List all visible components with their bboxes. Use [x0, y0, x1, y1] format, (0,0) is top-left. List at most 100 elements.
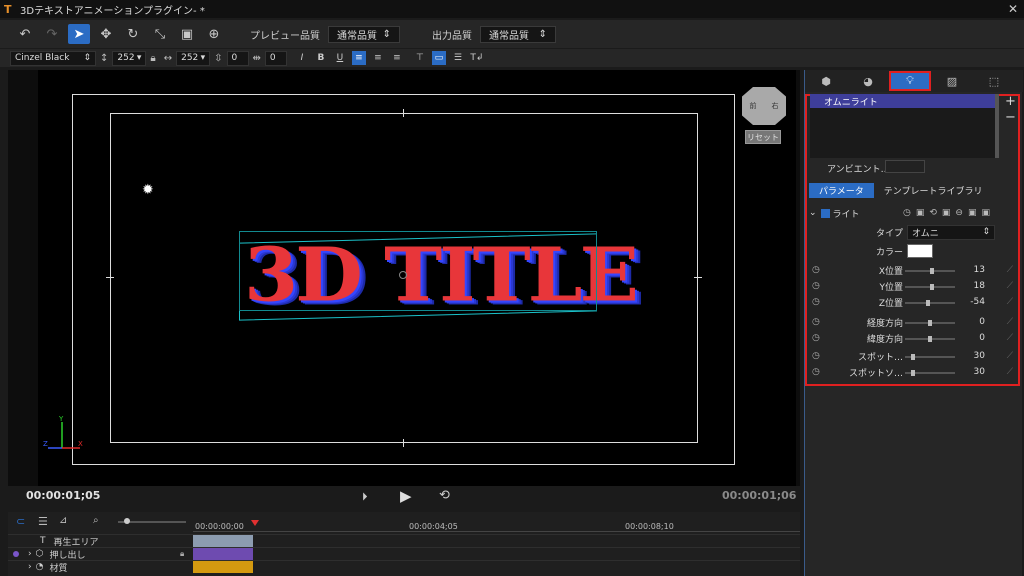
chevron-down-icon[interactable]: ⌄ [809, 208, 817, 218]
play-icon[interactable]: ▶ [400, 487, 412, 505]
underline-icon[interactable]: U [333, 51, 347, 65]
scrollbar[interactable] [995, 94, 999, 158]
param-slider[interactable] [905, 336, 955, 342]
curve-icon[interactable]: ⟋ [1007, 265, 1013, 275]
light-enable-checkbox[interactable] [820, 208, 830, 218]
font-select[interactable]: Cinzel Black ⇕ [10, 50, 96, 66]
curve-icon[interactable]: ⟋ [1007, 281, 1013, 291]
nav-cube-right[interactable]: 右 [772, 101, 779, 111]
graph-icon[interactable]: ⊿ [59, 515, 67, 526]
ambient-color-swatch[interactable] [885, 160, 925, 173]
italic-icon[interactable]: I [295, 51, 309, 65]
preview-quality-select[interactable]: 通常品質 ⇕ [328, 25, 400, 43]
zoom-slider[interactable] [118, 518, 186, 524]
move-tool-icon[interactable]: ✥ [95, 24, 117, 44]
close-icon[interactable]: ✕ [1008, 2, 1018, 16]
step-forward-icon[interactable]: ⏵ [362, 490, 368, 504]
keyframe-clock-icon[interactable]: ◷ [812, 351, 820, 361]
param-value[interactable]: -54 [961, 297, 985, 307]
align-left-icon[interactable]: ≡ [351, 51, 366, 65]
param-value[interactable]: 18 [961, 281, 985, 291]
param-value[interactable]: 13 [961, 265, 985, 275]
param-slider[interactable] [905, 370, 955, 376]
pivot-tool-icon[interactable]: ⊕ [203, 24, 225, 44]
zoom-icon[interactable]: ⌕ [93, 515, 99, 526]
light-tab-icon[interactable]: 💡︎ [889, 71, 931, 91]
param-slider-knob[interactable] [910, 354, 915, 360]
reset-view-button[interactable]: リセット [745, 130, 781, 144]
tab-template-library[interactable]: テンプレートライブラリ [874, 183, 993, 198]
background-tab-icon[interactable]: ▨ [931, 71, 973, 91]
expand-icon[interactable]: › [28, 549, 32, 559]
param-slider[interactable] [905, 300, 955, 306]
track-list-icon[interactable]: ☰ [38, 515, 48, 528]
add-light-button[interactable]: + [1005, 94, 1016, 109]
light-source-icon[interactable]: ✹ [142, 182, 154, 198]
nav-cube-front[interactable]: 前 [750, 101, 757, 111]
light-section-header[interactable]: ⌄ ライト ◷▣⟲▣⊖▣▣ [809, 206, 1019, 220]
param-value[interactable]: 30 [961, 367, 985, 377]
loop-icon[interactable]: ⟲ [439, 488, 450, 503]
align-right-icon[interactable]: ≡ [390, 51, 404, 65]
param-value[interactable]: 30 [961, 351, 985, 361]
keyframe-clock-icon[interactable]: ◷ [812, 265, 820, 275]
font-size-field[interactable]: 252 ▾ [112, 50, 147, 66]
param-slider-knob[interactable] [930, 268, 935, 274]
param-slider-knob[interactable] [928, 336, 932, 342]
keyframe-clock-icon[interactable]: ◷ [812, 297, 820, 307]
text-frame-icon[interactable]: ▭ [431, 51, 446, 65]
keyframe-clock-icon[interactable]: ◷ [812, 281, 820, 291]
curve-icon[interactable]: ⟋ [1007, 317, 1013, 327]
track-clip[interactable] [193, 548, 253, 560]
output-quality-select[interactable]: 通常品質 ⇕ [480, 25, 556, 43]
keyframe-clock-icon[interactable]: ◷ [812, 367, 820, 377]
param-value[interactable]: 0 [961, 317, 985, 327]
pivot-icon[interactable] [399, 271, 407, 279]
expand-icon[interactable]: › [28, 562, 32, 572]
timeline-ruler[interactable]: 00:00:00;00 00:00:04;05 00:00:08;10 [193, 512, 800, 532]
bold-icon[interactable]: B [314, 51, 328, 65]
section-tool-icons[interactable]: ◷▣⟲▣⊖▣▣ [903, 208, 995, 218]
track-clip[interactable] [193, 535, 253, 547]
track-clip[interactable] [193, 561, 253, 573]
text-reset-icon[interactable]: T↲ [470, 51, 484, 65]
remove-light-button[interactable]: − [1005, 110, 1016, 125]
light-list-item[interactable]: オムニライト [810, 94, 996, 108]
param-slider[interactable] [905, 284, 955, 290]
font-width-field[interactable]: 252 ▾ [176, 50, 211, 66]
undo-icon[interactable]: ↶ [14, 24, 36, 44]
tab-parameters[interactable]: パラメータ [809, 182, 874, 198]
line-spacing-field[interactable]: 0 [226, 50, 249, 66]
param-value[interactable]: 0 [961, 333, 985, 343]
camera-tab-icon[interactable]: ⬚ [973, 71, 1015, 91]
curve-icon[interactable]: ⟋ [1007, 351, 1013, 361]
magnet-icon[interactable]: ⊂ [16, 515, 25, 528]
light-type-select[interactable]: オムニ ⇕ [907, 224, 995, 240]
track-row[interactable]: › ◔ 材質 [8, 560, 800, 574]
param-slider-knob[interactable] [910, 370, 915, 376]
redo-icon[interactable]: ↷ [41, 24, 63, 44]
track-row[interactable]: › ⬡ 押し出し 🔒︎ [8, 547, 800, 561]
param-slider[interactable] [905, 268, 955, 274]
param-slider[interactable] [905, 320, 955, 326]
light-list[interactable]: オムニライト [810, 94, 996, 158]
char-spacing-field[interactable]: 0 [264, 50, 287, 66]
curve-icon[interactable]: ⟋ [1007, 297, 1013, 307]
scale-tool-icon[interactable]: ⤡ [149, 24, 171, 44]
keyframe-clock-icon[interactable]: ◷ [812, 333, 820, 343]
param-slider-knob[interactable] [925, 300, 930, 306]
nav-cube[interactable]: 前 右 [742, 87, 786, 125]
frame-tool-icon[interactable]: ▣ [176, 24, 198, 44]
align-center-icon[interactable]: ≡ [371, 51, 385, 65]
object-tab-icon[interactable]: ⬢ [805, 71, 847, 91]
lock-icon[interactable]: 🔒︎ [150, 53, 155, 64]
zoom-slider-knob[interactable] [124, 518, 131, 524]
track-row[interactable]: T 再生エリア [8, 534, 800, 548]
material-tab-icon[interactable]: ◕ [847, 71, 889, 91]
param-slider[interactable] [905, 354, 955, 360]
paragraph-icon[interactable]: ☰ [451, 51, 465, 65]
text-box-icon[interactable]: ⊤ [413, 51, 427, 65]
param-slider-knob[interactable] [928, 320, 932, 326]
param-slider-knob[interactable] [930, 284, 935, 290]
playhead[interactable] [251, 520, 259, 526]
